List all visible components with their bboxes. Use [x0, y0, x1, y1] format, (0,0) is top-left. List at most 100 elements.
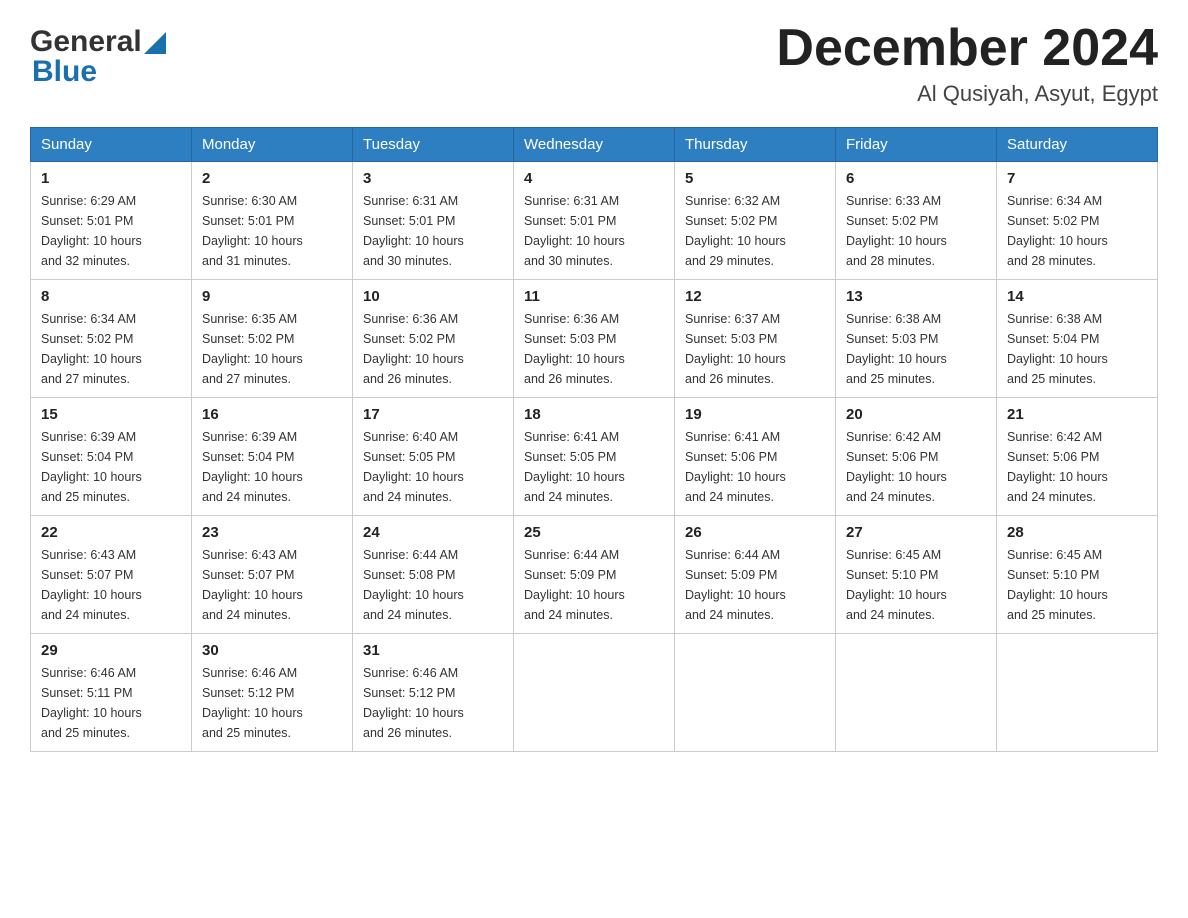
- day-info: Sunrise: 6:38 AM Sunset: 5:04 PM Dayligh…: [1007, 309, 1147, 389]
- day-number: 27: [846, 524, 986, 541]
- day-number: 25: [524, 524, 664, 541]
- calendar-day-cell: 31 Sunrise: 6:46 AM Sunset: 5:12 PM Dayli…: [353, 634, 514, 752]
- day-number: 29: [41, 642, 181, 659]
- weekday-header-thursday: Thursday: [675, 128, 836, 162]
- empty-cell: [675, 634, 836, 752]
- day-number: 20: [846, 406, 986, 423]
- day-info: Sunrise: 6:39 AM Sunset: 5:04 PM Dayligh…: [202, 427, 342, 507]
- calendar-day-cell: 13 Sunrise: 6:38 AM Sunset: 5:03 PM Dayli…: [836, 280, 997, 398]
- day-info: Sunrise: 6:30 AM Sunset: 5:01 PM Dayligh…: [202, 191, 342, 271]
- location-text: Al Qusiyah, Asyut, Egypt: [776, 81, 1158, 107]
- day-info: Sunrise: 6:44 AM Sunset: 5:09 PM Dayligh…: [524, 545, 664, 625]
- day-number: 26: [685, 524, 825, 541]
- calendar-week-row: 29 Sunrise: 6:46 AM Sunset: 5:11 PM Dayli…: [31, 634, 1158, 752]
- weekday-header-tuesday: Tuesday: [353, 128, 514, 162]
- day-info: Sunrise: 6:46 AM Sunset: 5:11 PM Dayligh…: [41, 663, 181, 743]
- day-info: Sunrise: 6:43 AM Sunset: 5:07 PM Dayligh…: [41, 545, 181, 625]
- day-number: 5: [685, 170, 825, 187]
- logo-triangle-icon: [144, 32, 166, 54]
- day-info: Sunrise: 6:38 AM Sunset: 5:03 PM Dayligh…: [846, 309, 986, 389]
- calendar-day-cell: 16 Sunrise: 6:39 AM Sunset: 5:04 PM Dayli…: [192, 398, 353, 516]
- calendar-day-cell: 11Sunrise: 6:36 AM Sunset: 5:03 PM Dayli…: [514, 280, 675, 398]
- weekday-header-sunday: Sunday: [31, 128, 192, 162]
- calendar-week-row: 22 Sunrise: 6:43 AM Sunset: 5:07 PM Dayli…: [31, 516, 1158, 634]
- calendar-day-cell: 15 Sunrise: 6:39 AM Sunset: 5:04 PM Dayli…: [31, 398, 192, 516]
- day-number: 12: [685, 288, 825, 305]
- calendar-day-cell: 30 Sunrise: 6:46 AM Sunset: 5:12 PM Dayli…: [192, 634, 353, 752]
- weekday-header-saturday: Saturday: [997, 128, 1158, 162]
- calendar-week-row: 15 Sunrise: 6:39 AM Sunset: 5:04 PM Dayli…: [31, 398, 1158, 516]
- day-info: Sunrise: 6:35 AM Sunset: 5:02 PM Dayligh…: [202, 309, 342, 389]
- empty-cell: [836, 634, 997, 752]
- day-info: Sunrise: 6:44 AM Sunset: 5:08 PM Dayligh…: [363, 545, 503, 625]
- day-info: Sunrise: 6:42 AM Sunset: 5:06 PM Dayligh…: [846, 427, 986, 507]
- day-info: Sunrise: 6:31 AM Sunset: 5:01 PM Dayligh…: [524, 191, 664, 271]
- day-info: Sunrise: 6:46 AM Sunset: 5:12 PM Dayligh…: [202, 663, 342, 743]
- day-info: Sunrise: 6:36 AM Sunset: 5:02 PM Dayligh…: [363, 309, 503, 389]
- day-number: 21: [1007, 406, 1147, 423]
- calendar-day-cell: 27 Sunrise: 6:45 AM Sunset: 5:10 PM Dayli…: [836, 516, 997, 634]
- day-number: 19: [685, 406, 825, 423]
- day-info: Sunrise: 6:41 AM Sunset: 5:05 PM Dayligh…: [524, 427, 664, 507]
- day-number: 24: [363, 524, 503, 541]
- day-info: Sunrise: 6:34 AM Sunset: 5:02 PM Dayligh…: [1007, 191, 1147, 271]
- day-number: 9: [202, 288, 342, 305]
- weekday-header-wednesday: Wednesday: [514, 128, 675, 162]
- month-title: December 2024: [776, 20, 1158, 77]
- calendar-day-cell: 23Sunrise: 6:43 AM Sunset: 5:07 PM Dayli…: [192, 516, 353, 634]
- day-info: Sunrise: 6:29 AM Sunset: 5:01 PM Dayligh…: [41, 191, 181, 271]
- calendar-day-cell: 12Sunrise: 6:37 AM Sunset: 5:03 PM Dayli…: [675, 280, 836, 398]
- day-number: 22: [41, 524, 181, 541]
- day-number: 23: [202, 524, 342, 541]
- day-number: 8: [41, 288, 181, 305]
- day-info: Sunrise: 6:32 AM Sunset: 5:02 PM Dayligh…: [685, 191, 825, 271]
- weekday-header-friday: Friday: [836, 128, 997, 162]
- calendar-day-cell: 20 Sunrise: 6:42 AM Sunset: 5:06 PM Dayli…: [836, 398, 997, 516]
- day-info: Sunrise: 6:45 AM Sunset: 5:10 PM Dayligh…: [846, 545, 986, 625]
- empty-cell: [514, 634, 675, 752]
- day-info: Sunrise: 6:41 AM Sunset: 5:06 PM Dayligh…: [685, 427, 825, 507]
- day-number: 30: [202, 642, 342, 659]
- calendar-table: SundayMondayTuesdayWednesdayThursdayFrid…: [30, 127, 1158, 752]
- day-info: Sunrise: 6:45 AM Sunset: 5:10 PM Dayligh…: [1007, 545, 1147, 625]
- calendar-day-cell: 10 Sunrise: 6:36 AM Sunset: 5:02 PM Dayli…: [353, 280, 514, 398]
- day-number: 1: [41, 170, 181, 187]
- calendar-week-row: 1 Sunrise: 6:29 AM Sunset: 5:01 PM Daylig…: [31, 162, 1158, 280]
- calendar-week-row: 8 Sunrise: 6:34 AM Sunset: 5:02 PM Daylig…: [31, 280, 1158, 398]
- day-number: 31: [363, 642, 503, 659]
- day-number: 18: [524, 406, 664, 423]
- logo-blue-text: Blue: [32, 55, 97, 89]
- calendar-day-cell: 18 Sunrise: 6:41 AM Sunset: 5:05 PM Dayli…: [514, 398, 675, 516]
- calendar-day-cell: 5 Sunrise: 6:32 AM Sunset: 5:02 PM Daylig…: [675, 162, 836, 280]
- calendar-day-cell: 17Sunrise: 6:40 AM Sunset: 5:05 PM Dayli…: [353, 398, 514, 516]
- day-info: Sunrise: 6:40 AM Sunset: 5:05 PM Dayligh…: [363, 427, 503, 507]
- calendar-day-cell: 1 Sunrise: 6:29 AM Sunset: 5:01 PM Daylig…: [31, 162, 192, 280]
- calendar-day-cell: 29 Sunrise: 6:46 AM Sunset: 5:11 PM Dayli…: [31, 634, 192, 752]
- day-number: 16: [202, 406, 342, 423]
- calendar-day-cell: 26Sunrise: 6:44 AM Sunset: 5:09 PM Dayli…: [675, 516, 836, 634]
- calendar-day-cell: 8 Sunrise: 6:34 AM Sunset: 5:02 PM Daylig…: [31, 280, 192, 398]
- calendar-day-cell: 2Sunrise: 6:30 AM Sunset: 5:01 PM Daylig…: [192, 162, 353, 280]
- calendar-day-cell: 28 Sunrise: 6:45 AM Sunset: 5:10 PM Dayli…: [997, 516, 1158, 634]
- calendar-day-cell: 9 Sunrise: 6:35 AM Sunset: 5:02 PM Daylig…: [192, 280, 353, 398]
- day-number: 15: [41, 406, 181, 423]
- calendar-day-cell: 6Sunrise: 6:33 AM Sunset: 5:02 PM Daylig…: [836, 162, 997, 280]
- calendar-day-cell: 21Sunrise: 6:42 AM Sunset: 5:06 PM Dayli…: [997, 398, 1158, 516]
- calendar-day-cell: 24 Sunrise: 6:44 AM Sunset: 5:08 PM Dayli…: [353, 516, 514, 634]
- empty-cell: [997, 634, 1158, 752]
- day-info: Sunrise: 6:34 AM Sunset: 5:02 PM Dayligh…: [41, 309, 181, 389]
- logo: General Blue: [30, 20, 166, 89]
- day-number: 4: [524, 170, 664, 187]
- day-number: 13: [846, 288, 986, 305]
- day-info: Sunrise: 6:33 AM Sunset: 5:02 PM Dayligh…: [846, 191, 986, 271]
- calendar-day-cell: 14Sunrise: 6:38 AM Sunset: 5:04 PM Dayli…: [997, 280, 1158, 398]
- day-info: Sunrise: 6:46 AM Sunset: 5:12 PM Dayligh…: [363, 663, 503, 743]
- day-number: 28: [1007, 524, 1147, 541]
- calendar-day-cell: 3Sunrise: 6:31 AM Sunset: 5:01 PM Daylig…: [353, 162, 514, 280]
- calendar-day-cell: 19 Sunrise: 6:41 AM Sunset: 5:06 PM Dayli…: [675, 398, 836, 516]
- day-number: 10: [363, 288, 503, 305]
- calendar-day-cell: 22 Sunrise: 6:43 AM Sunset: 5:07 PM Dayli…: [31, 516, 192, 634]
- day-info: Sunrise: 6:39 AM Sunset: 5:04 PM Dayligh…: [41, 427, 181, 507]
- calendar-day-cell: 4 Sunrise: 6:31 AM Sunset: 5:01 PM Daylig…: [514, 162, 675, 280]
- calendar-day-cell: 7Sunrise: 6:34 AM Sunset: 5:02 PM Daylig…: [997, 162, 1158, 280]
